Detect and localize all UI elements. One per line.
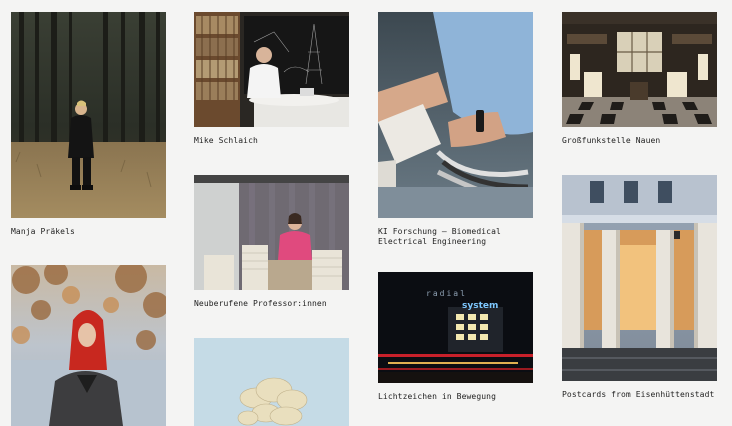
photo-lichtzeichen[interactable]: radial system (378, 272, 533, 383)
photo-red-hair-portrait[interactable] (11, 265, 166, 426)
caption-neuberufene-professorinnen[interactable]: Neuberufene Professor:innen (194, 299, 349, 309)
photo-neuberufene-professorinnen[interactable] (194, 175, 349, 290)
caption-manja-praekels[interactable]: Manja Präkels (11, 227, 166, 237)
photo-ki-forschung[interactable] (378, 12, 533, 218)
caption-ki-forschung[interactable]: KI Forschung – Biomedical Electrical Eng… (378, 227, 538, 247)
photo-manja-praekels[interactable] (11, 12, 166, 218)
caption-postcards-eisenhuettenstadt[interactable]: Postcards from Eisenhüttenstadt (562, 390, 722, 400)
caption-mike-schlaich[interactable]: Mike Schlaich (194, 136, 349, 146)
caption-grossfunkstelle-nauen[interactable]: Großfunkstelle Nauen (562, 136, 717, 146)
photo-mushrooms[interactable] (194, 338, 349, 426)
photo-mike-schlaich[interactable] (194, 12, 349, 127)
caption-lichtzeichen[interactable]: Lichtzeichen in Bewegung (378, 392, 533, 402)
sign-radial: radial (426, 289, 467, 298)
photo-postcards-eisenhuettenstadt[interactable] (562, 175, 717, 381)
photo-grossfunkstelle-nauen[interactable] (562, 12, 717, 127)
sign-system: system (462, 301, 498, 311)
